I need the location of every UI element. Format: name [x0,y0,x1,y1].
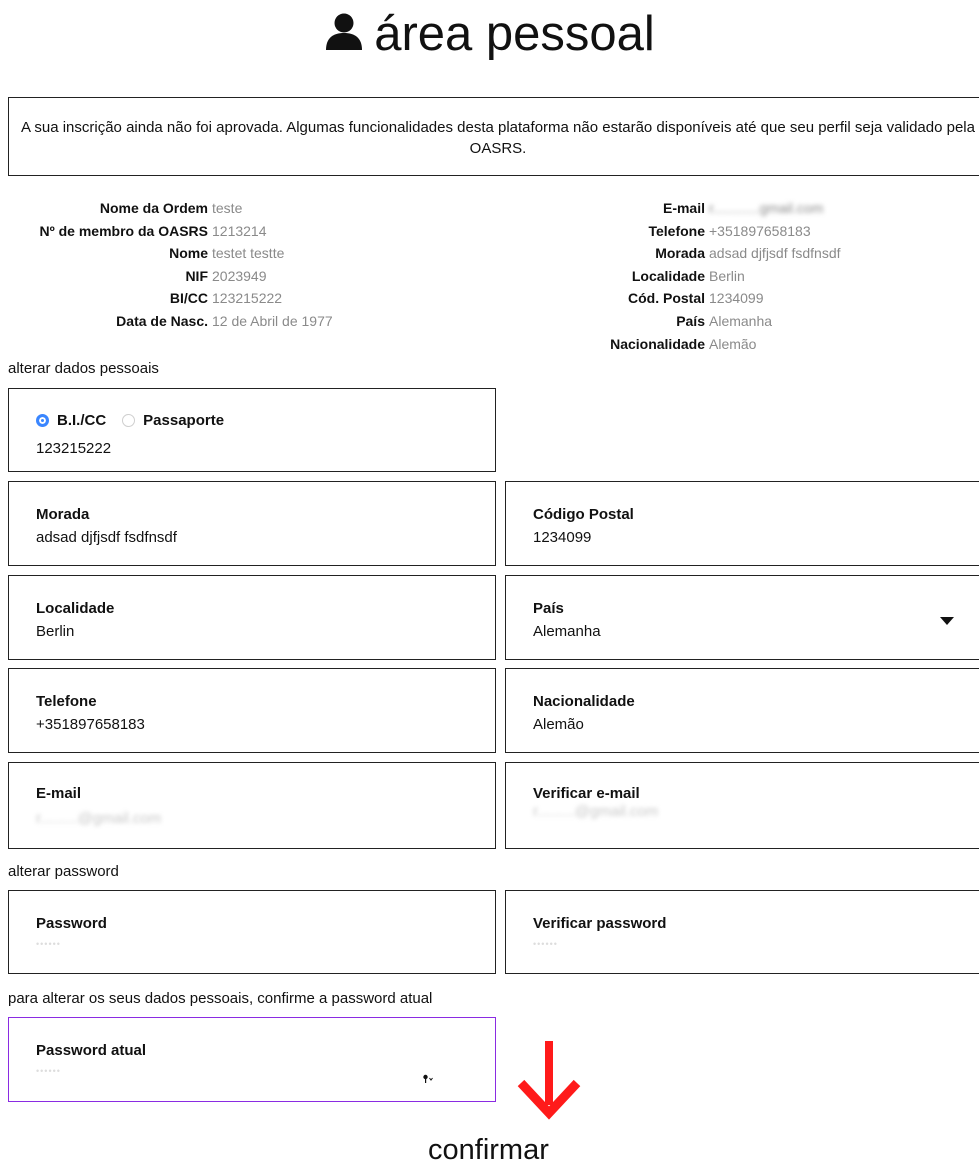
profile-row-nascimento: Data de Nasc. 12 de Abril de 1977 [116,312,333,329]
verificar-password-input[interactable]: •••••• [533,939,558,949]
profile-row-telefone: Telefone +351897658183 [648,222,811,239]
verificar-email-label: Verificar e-mail [533,785,640,802]
password-input[interactable]: •••••• [36,939,61,949]
password-label: Password [36,915,107,932]
confirm-heading: para alterar os seus dados pessoais, con… [8,990,433,1007]
morada-label: Morada [36,506,90,523]
codigo-postal-field[interactable]: Código Postal 1234099 [505,481,979,566]
password-atual-field[interactable]: Password atual •••••• [8,1017,496,1102]
radio-bicc-label[interactable]: B.I./CC [57,412,106,429]
email-input[interactable]: r.........@gmail.com [36,810,161,827]
codigo-postal-label: Código Postal [533,506,634,523]
password-heading: alterar password [8,863,119,880]
profile-row-cod-postal: Cód. Postal 1234099 [627,290,764,307]
page-title: área pessoal [0,6,979,64]
nacionalidade-label: Nacionalidade [533,693,635,710]
morada-field[interactable]: Morada adsad djfjsdf fsdfnsdf [8,481,496,566]
profile-summary-left: Nome da Ordem teste Nº de membro da OASRS… [0,197,333,333]
page-title-text: área pessoal [374,7,655,61]
telefone-input[interactable]: +351897658183 [36,716,145,733]
nacionalidade-field[interactable]: Nacionalidade Alemão [505,668,979,753]
localidade-input[interactable]: Berlin [36,623,74,640]
telefone-label: Telefone [36,693,97,710]
document-field[interactable]: B.I./CC Passaporte 123215222 [8,388,496,472]
arrow-down-icon [517,1041,581,1128]
email-label: E-mail [36,785,82,802]
pais-select[interactable]: País Alemanha [505,575,979,660]
profile-row-email: E-mail r............gmail.com [662,200,824,216]
confirm-button[interactable]: confirmar [428,1134,549,1167]
verificar-email-field[interactable]: Verificar e-mail r.........@gmail.com [505,762,979,849]
password-field[interactable]: Password •••••• [8,890,496,974]
profile-row-morada: Morada adsad djfjsdf fsdfnsdf [655,245,841,262]
radio-passaporte-label[interactable]: Passaporte [143,412,224,429]
profile-row-nacionalidade: Nacionalidade Alemão [610,335,757,352]
nacionalidade-input[interactable]: Alemão [533,716,584,733]
user-icon [324,8,364,64]
email-field[interactable]: E-mail r.........@gmail.com [8,762,496,849]
telefone-field[interactable]: Telefone +351897658183 [8,668,496,753]
profile-row-bicc: BI/CC 123215222 [169,290,283,307]
pais-label: País [533,600,564,617]
verificar-email-input[interactable]: r.........@gmail.com [533,803,658,820]
profile-row-nome: Nome testet testte [169,245,285,262]
key-icon[interactable] [423,1074,435,1087]
radio-bicc[interactable] [36,414,49,427]
localidade-field[interactable]: Localidade Berlin [8,575,496,660]
password-atual-input[interactable]: •••••• [36,1066,61,1076]
profile-row-nome-ordem: Nome da Ordem teste [99,200,243,216]
profile-row-localidade: Localidade Berlin [631,267,745,284]
personal-data-heading: alterar dados pessoais [8,360,159,377]
profile-row-membro: Nº de membro da OASRS 1213214 [39,222,267,239]
document-number-input[interactable]: 123215222 [36,440,111,457]
localidade-label: Localidade [36,600,115,617]
codigo-postal-input[interactable]: 1234099 [533,529,591,546]
approval-notice-text: A sua inscrição ainda não foi aprovada. … [21,119,975,157]
profile-summary-right: E-mail r............gmail.com Telefone +35… [500,197,841,355]
document-type-radio-group: B.I./CC Passaporte [36,412,224,429]
password-atual-label: Password atual [36,1042,147,1059]
profile-row-nif: NIF 2023949 [185,267,267,284]
verificar-password-label: Verificar password [533,915,667,932]
pais-selected-value[interactable]: Alemanha [533,623,601,640]
profile-row-pais: País Alemanha [676,312,773,329]
radio-passaporte[interactable] [122,414,136,427]
verificar-password-field[interactable]: Verificar password •••••• [505,890,979,974]
approval-notice: A sua inscrição ainda não foi aprovada. … [8,97,979,176]
chevron-down-icon[interactable] [940,617,954,625]
morada-input[interactable]: adsad djfjsdf fsdfnsdf [36,529,177,546]
